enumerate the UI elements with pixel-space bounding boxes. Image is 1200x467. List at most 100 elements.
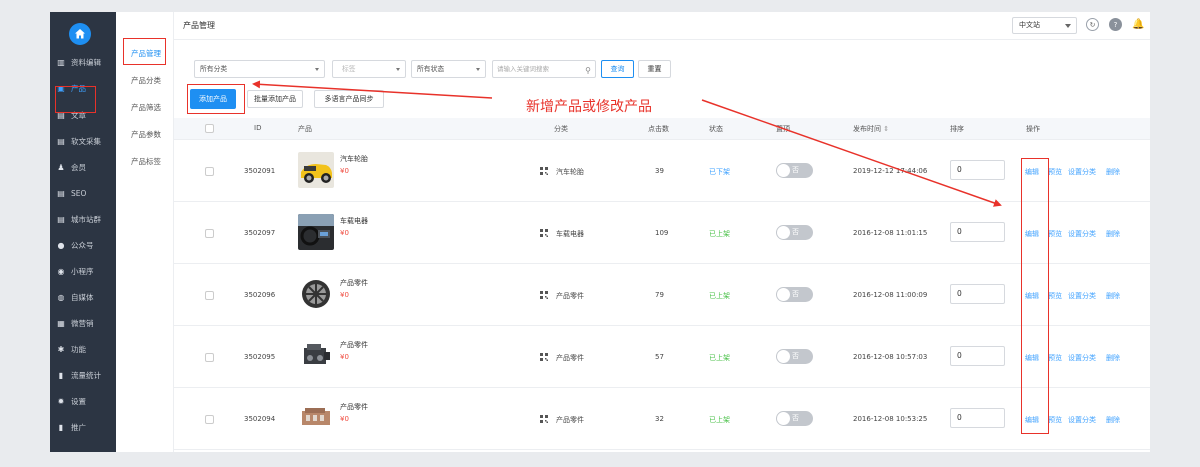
search-icon[interactable]: ⚲	[585, 63, 591, 79]
set-category-link[interactable]: 设置分类	[1068, 415, 1096, 425]
tag-filter[interactable]: 标签	[332, 60, 406, 78]
header-publish-time[interactable]: 发布时间 ⇕	[853, 124, 889, 134]
batch-add-product-button[interactable]: 批量添加产品	[247, 90, 303, 108]
top-toggle[interactable]: 否	[776, 163, 813, 178]
row-checkbox[interactable]	[205, 229, 214, 238]
sidebar-item[interactable]: ◍ 自媒体	[50, 286, 116, 308]
qrcode-icon[interactable]	[540, 291, 548, 299]
subnav-item[interactable]: 产品分类	[116, 71, 174, 89]
sidebar-item[interactable]: ◉ 小程序	[50, 260, 116, 282]
sort-input[interactable]: 0	[950, 346, 1005, 366]
set-category-link[interactable]: 设置分类	[1068, 353, 1096, 363]
preview-link[interactable]: 预览	[1048, 167, 1062, 177]
subnav-item[interactable]: 产品筛选	[116, 98, 174, 116]
query-button[interactable]: 查询	[601, 60, 634, 78]
top-toggle[interactable]: 否	[776, 411, 813, 426]
delete-link[interactable]: 删除	[1106, 353, 1120, 363]
status-badge[interactable]: 已上架	[709, 229, 730, 239]
product-thumbnail[interactable]	[298, 400, 334, 436]
row-checkbox[interactable]	[205, 353, 214, 362]
subnav-item[interactable]: 产品参数	[116, 125, 174, 143]
product-name[interactable]: 产品零件	[340, 340, 368, 350]
sort-input[interactable]: 0	[950, 408, 1005, 428]
sidebar-item[interactable]: ▮ 推广	[50, 416, 116, 438]
product-thumbnail[interactable]	[298, 214, 334, 250]
product-name[interactable]: 产品零件	[340, 278, 368, 288]
top-toggle[interactable]: 否	[776, 287, 813, 302]
select-all-checkbox[interactable]	[205, 124, 214, 133]
qrcode-icon[interactable]	[540, 167, 548, 175]
status-badge[interactable]: 已上架	[709, 353, 730, 363]
toggle-knob	[777, 164, 790, 177]
product-thumbnail[interactable]	[298, 152, 334, 188]
subnav-item[interactable]: 产品标签	[116, 152, 174, 170]
sidebar-item-label: 小程序	[71, 266, 94, 276]
bar-chart-icon: ▮	[58, 422, 64, 432]
sidebar-item[interactable]: ▤ 软文采集	[50, 130, 116, 152]
help-icon[interactable]: ?	[1109, 18, 1122, 31]
sidebar-item[interactable]: ♟ 会员	[50, 156, 116, 178]
site-language-select[interactable]: 中文站	[1012, 17, 1077, 34]
toggle-label: 否	[792, 414, 799, 422]
sidebar-item[interactable]: ✹ 设置	[50, 390, 116, 412]
sidebar-item[interactable]: ▥ 资料编辑	[50, 51, 116, 73]
sidebar-item-label: 流量统计	[71, 370, 101, 380]
product-price: ¥0	[340, 415, 349, 423]
top-toggle[interactable]: 否	[776, 349, 813, 364]
status-badge[interactable]: 已上架	[709, 415, 730, 425]
bell-icon[interactable]: 🔔	[1132, 18, 1145, 31]
set-category-link[interactable]: 设置分类	[1068, 291, 1096, 301]
sidebar-item-label: 软文采集	[71, 136, 101, 146]
cell-clicks: 109	[655, 229, 669, 237]
toggle-knob	[777, 350, 790, 363]
reset-button[interactable]: 重置	[638, 60, 671, 78]
top-bar: 产品管理 中文站 ↻ ? 🔔	[174, 12, 1150, 40]
qrcode-icon[interactable]	[540, 415, 548, 423]
sort-input[interactable]: 0	[950, 222, 1005, 242]
sidebar-item[interactable]: ▤ SEO	[50, 182, 116, 204]
set-category-link[interactable]: 设置分类	[1068, 229, 1096, 239]
multilang-sync-button[interactable]: 多语言产品同步	[314, 90, 384, 108]
sort-arrows-icon: ⇕	[883, 125, 890, 133]
sort-input[interactable]: 0	[950, 284, 1005, 304]
set-category-link[interactable]: 设置分类	[1068, 167, 1096, 177]
preview-link[interactable]: 预览	[1048, 229, 1062, 239]
delete-link[interactable]: 删除	[1106, 167, 1120, 177]
row-checkbox[interactable]	[205, 167, 214, 176]
header-publish-time-label: 发布时间	[853, 125, 881, 133]
product-name[interactable]: 产品零件	[340, 402, 368, 412]
status-badge[interactable]: 已上架	[709, 291, 730, 301]
row-checkbox[interactable]	[205, 415, 214, 424]
highlight-product-manage	[123, 38, 166, 65]
preview-link[interactable]: 预览	[1048, 291, 1062, 301]
search-input[interactable]: 请输入关键词搜索 ⚲	[492, 60, 596, 78]
product-name[interactable]: 车载电器	[340, 216, 368, 226]
sidebar-item[interactable]: ▮ 流量统计	[50, 364, 116, 386]
header-sort: 排序	[950, 125, 964, 133]
delete-link[interactable]: 删除	[1106, 229, 1120, 239]
qrcode-icon[interactable]	[540, 353, 548, 361]
sidebar-item[interactable]: ▤ 城市站群	[50, 208, 116, 230]
delete-link[interactable]: 删除	[1106, 415, 1120, 425]
row-checkbox[interactable]	[205, 291, 214, 300]
media-icon: ◍	[57, 292, 65, 302]
sidebar-item[interactable]: ▦ 微营销	[50, 312, 116, 334]
cell-id: 3502091	[244, 167, 276, 175]
qrcode-icon[interactable]	[540, 229, 548, 237]
status-badge[interactable]: 已下架	[709, 167, 730, 177]
sidebar-item[interactable]: ● 公众号	[50, 234, 116, 256]
sidebar-item[interactable]: ✱ 功能	[50, 338, 116, 360]
top-toggle[interactable]: 否	[776, 225, 813, 240]
status-filter[interactable]: 所有状态	[411, 60, 486, 78]
product-name[interactable]: 汽车轮胎	[340, 154, 368, 164]
sort-input[interactable]: 0	[950, 160, 1005, 180]
product-thumbnail[interactable]	[298, 338, 334, 374]
preview-link[interactable]: 预览	[1048, 353, 1062, 363]
refresh-icon[interactable]: ↻	[1086, 18, 1099, 31]
product-thumbnail[interactable]	[298, 276, 334, 312]
preview-link[interactable]: 预览	[1048, 415, 1062, 425]
cell-id: 3502095	[244, 353, 276, 361]
delete-link[interactable]: 删除	[1106, 291, 1120, 301]
home-icon[interactable]	[69, 23, 91, 45]
category-filter[interactable]: 所有分类	[194, 60, 325, 78]
